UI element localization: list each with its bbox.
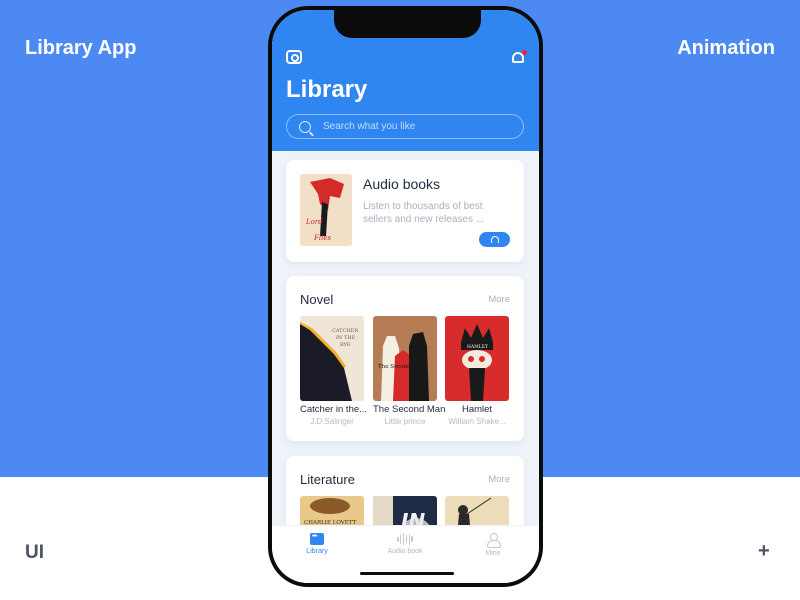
search-icon	[299, 120, 311, 133]
home-indicator[interactable]	[360, 572, 454, 575]
section-title: Literature	[300, 472, 355, 487]
book-item[interactable]: CATCHER IN THE RYE Catcher in the... J.D…	[300, 316, 368, 426]
more-link[interactable]: More	[488, 294, 510, 305]
phone-screen: Library Lord Flies Audio books Listen to…	[272, 10, 539, 583]
tab-library[interactable]: Library	[287, 533, 347, 555]
book-author: Little prince	[384, 417, 426, 426]
bell-icon[interactable]	[511, 50, 527, 66]
phone-notch	[334, 10, 481, 38]
animation-label: Animation	[677, 37, 775, 59]
tab-label: Audio book	[387, 548, 423, 555]
audio-card-description: Listen to thousands of best sellers and …	[363, 201, 485, 225]
tab-mine[interactable]: Mine	[463, 533, 523, 557]
tab-label: Mine	[485, 550, 501, 557]
library-icon	[310, 533, 324, 545]
svg-text:CATCHER: CATCHER	[332, 328, 358, 334]
plus-icon: +	[758, 540, 770, 562]
svg-text:Lord: Lord	[305, 218, 323, 226]
page-title: Library	[286, 76, 368, 103]
book-author: William Shake...	[448, 417, 506, 426]
camera-icon[interactable]	[286, 50, 302, 64]
book-item[interactable]: The Second Man The Second Man Little pri…	[373, 316, 446, 426]
audio-card-title: Audio books	[363, 176, 441, 192]
ui-label: UI	[25, 542, 44, 563]
phone-frame: Library Lord Flies Audio books Listen to…	[268, 6, 543, 587]
search-bar[interactable]	[286, 114, 524, 139]
novel-section: Novel More CATCHER IN THE RYE Catcher in…	[286, 276, 524, 441]
book-cover: CATCHER IN THE RYE	[300, 316, 364, 401]
soundwave-icon	[397, 533, 413, 545]
book-title: Hamlet	[461, 404, 493, 415]
app-name-label: Library App	[25, 37, 137, 59]
svg-text:RYE: RYE	[340, 342, 351, 348]
book-author: J.D.Salinger	[310, 417, 354, 426]
book-title: Catcher in the...	[300, 404, 368, 415]
svg-text:IN THE: IN THE	[336, 335, 356, 341]
user-icon	[486, 533, 501, 548]
notification-dot	[522, 50, 527, 55]
tab-label: Library	[306, 548, 328, 555]
section-title: Novel	[300, 292, 334, 307]
audio-books-card[interactable]: Lord Flies Audio books Listen to thousan…	[286, 160, 524, 262]
listen-button[interactable]	[479, 232, 510, 247]
tab-audio-book[interactable]: Audio book	[375, 533, 435, 555]
book-item[interactable]: HAMLET Hamlet William Shake...	[445, 316, 509, 426]
svg-text:The Second Man: The Second Man	[378, 364, 425, 370]
svg-text:Flies: Flies	[313, 234, 331, 242]
headphones-icon	[490, 236, 499, 243]
audio-book-cover: Lord Flies	[300, 174, 352, 246]
tab-bar: Library Audio book Mine	[272, 525, 539, 583]
book-cover: HAMLET	[445, 316, 509, 401]
search-input[interactable]	[323, 121, 503, 132]
book-cover: The Second Man	[373, 316, 437, 401]
book-title: The Second Man	[373, 404, 446, 415]
svg-text:HAMLET: HAMLET	[467, 344, 488, 350]
more-link[interactable]: More	[488, 474, 510, 485]
